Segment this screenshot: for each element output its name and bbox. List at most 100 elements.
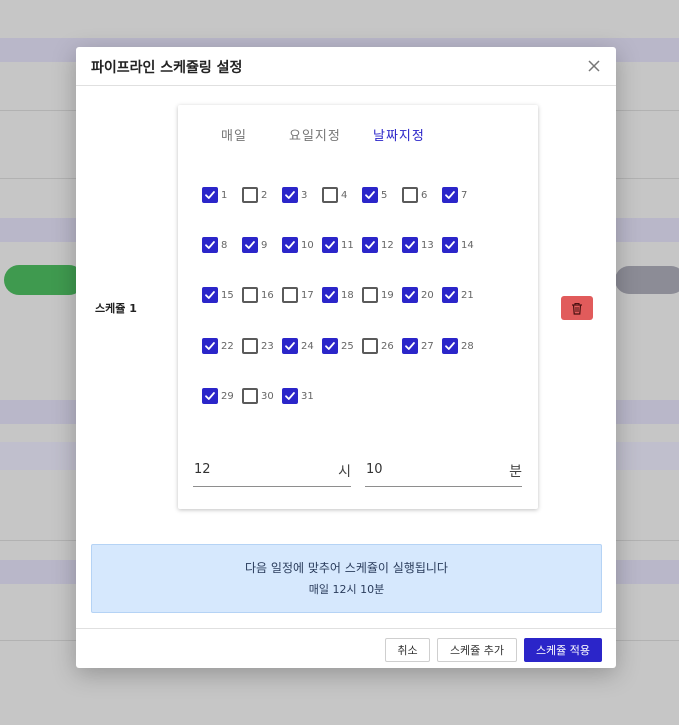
checkbox-box[interactable] [282,338,298,354]
checkbox-box[interactable] [282,287,298,303]
checkbox-box[interactable] [202,388,218,404]
checkbox-box[interactable] [442,237,458,253]
day-checkbox[interactable]: 13 [402,236,434,254]
checkbox-box[interactable] [402,338,418,354]
checkbox-box[interactable] [402,237,418,253]
day-label: 15 [221,289,234,301]
day-label: 2 [261,189,268,201]
checkbox-box[interactable] [322,237,338,253]
day-checkbox[interactable]: 7 [442,186,467,204]
checkbox-box[interactable] [362,338,378,354]
checkbox-box[interactable] [242,287,258,303]
hour-field[interactable]: 12 시 [193,459,351,487]
checkbox-box[interactable] [362,237,378,253]
day-label: 28 [461,340,474,352]
day-checkbox[interactable]: 18 [322,286,354,304]
schedule-info-box: 다음 일정에 맞추어 스케쥴이 실행됩니다 매일 12시 10분 [91,544,602,613]
day-checkbox[interactable]: 3 [282,186,307,204]
checkbox-box[interactable] [362,287,378,303]
day-checkbox[interactable]: 30 [242,387,274,405]
checkbox-box[interactable] [442,287,458,303]
day-checkbox[interactable]: 25 [322,337,354,355]
day-label: 8 [221,239,228,251]
checkbox-box[interactable] [442,187,458,203]
day-checkbox[interactable]: 21 [442,286,474,304]
day-checkbox[interactable]: 2 [242,186,267,204]
day-checkbox[interactable]: 22 [202,337,234,355]
check-icon [285,191,295,199]
day-checkbox[interactable]: 27 [402,337,434,355]
check-icon [445,342,455,350]
checkbox-box[interactable] [242,237,258,253]
check-icon [285,392,295,400]
checkbox-box[interactable] [402,187,418,203]
day-label: 17 [301,289,314,301]
checkbox-box[interactable] [322,287,338,303]
checkbox-box[interactable] [202,338,218,354]
day-label: 27 [421,340,434,352]
day-checkbox[interactable]: 11 [322,236,354,254]
day-checkbox[interactable]: 29 [202,387,234,405]
day-checkbox[interactable]: 17 [282,286,314,304]
minute-field[interactable]: 10 분 [365,459,522,487]
day-checkbox[interactable]: 5 [362,186,387,204]
day-checkbox[interactable]: 14 [442,236,474,254]
checkbox-box[interactable] [202,187,218,203]
day-label: 26 [381,340,394,352]
checkbox-box[interactable] [282,237,298,253]
day-label: 25 [341,340,354,352]
schedule-label: 스케쥴 1 [95,302,137,315]
checkbox-box[interactable] [242,338,258,354]
checkbox-box[interactable] [202,287,218,303]
checkbox-box[interactable] [442,338,458,354]
tab-daily[interactable]: 매일 [221,125,247,144]
check-icon [205,342,215,350]
delete-schedule-button[interactable] [561,296,593,320]
apply-schedule-button[interactable]: 스케쥴 적용 [524,638,602,662]
tab-weekday[interactable]: 요일지정 [289,125,341,144]
check-icon [325,342,335,350]
day-checkbox[interactable]: 19 [362,286,394,304]
day-checkbox[interactable]: 10 [282,236,314,254]
day-checkbox[interactable]: 15 [202,286,234,304]
checkbox-box[interactable] [202,237,218,253]
day-checkbox[interactable]: 28 [442,337,474,355]
checkbox-box[interactable] [282,187,298,203]
day-label: 20 [421,289,434,301]
day-checkbox[interactable]: 8 [202,236,227,254]
checkbox-box[interactable] [242,388,258,404]
checkbox-box[interactable] [322,338,338,354]
day-label: 13 [421,239,434,251]
trash-icon [572,302,582,315]
check-icon [405,241,415,249]
close-icon [588,60,600,72]
day-checkbox[interactable]: 31 [282,387,314,405]
day-checkbox[interactable]: 23 [242,337,274,355]
checkbox-box[interactable] [322,187,338,203]
day-checkbox[interactable]: 20 [402,286,434,304]
day-label: 10 [301,239,314,251]
day-checkbox[interactable]: 16 [242,286,274,304]
day-checkbox[interactable]: 12 [362,236,394,254]
check-icon [205,191,215,199]
close-button[interactable] [584,56,604,76]
schedule-tabs: 매일 요일지정 날짜지정 [178,125,538,145]
checkbox-box[interactable] [402,287,418,303]
day-checkbox[interactable]: 9 [242,236,267,254]
tab-date[interactable]: 날짜지정 [373,125,425,144]
checkbox-box[interactable] [362,187,378,203]
checkbox-box[interactable] [242,187,258,203]
check-icon [285,342,295,350]
day-checkbox[interactable]: 1 [202,186,227,204]
day-checkbox[interactable]: 24 [282,337,314,355]
bg-pill [615,266,679,294]
checkbox-box[interactable] [282,388,298,404]
check-icon [325,241,335,249]
cancel-button[interactable]: 취소 [385,638,430,662]
info-message: 다음 일정에 맞추어 스케쥴이 실행됩니다 [245,561,448,575]
day-checkbox[interactable]: 4 [322,186,347,204]
day-checkbox[interactable]: 26 [362,337,394,355]
day-checkbox[interactable]: 6 [402,186,427,204]
check-icon [445,241,455,249]
add-schedule-button[interactable]: 스케쥴 추가 [437,638,517,662]
